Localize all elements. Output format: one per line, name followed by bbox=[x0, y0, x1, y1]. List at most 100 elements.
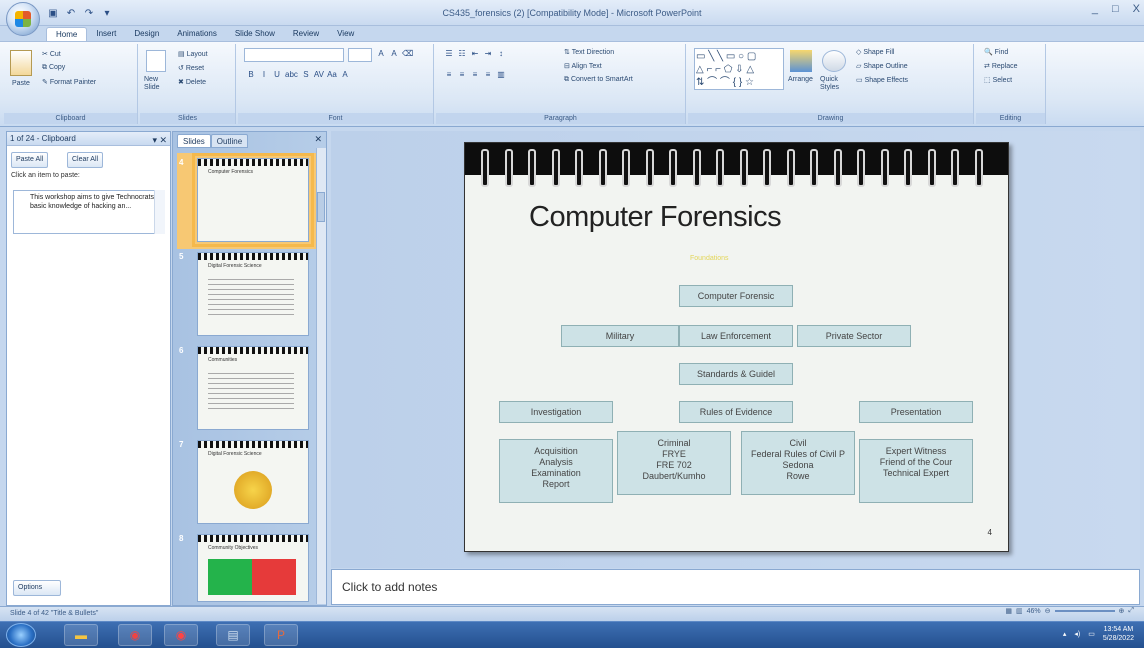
tab-design[interactable]: Design bbox=[125, 27, 168, 41]
numbering-icon[interactable]: ☷ bbox=[457, 49, 467, 61]
font-size-select[interactable] bbox=[348, 48, 372, 62]
slide-thumbnail[interactable]: Digital Forensic Science bbox=[197, 252, 309, 336]
tab-slides[interactable]: Slides bbox=[177, 134, 211, 148]
diagram-box-military[interactable]: Military bbox=[561, 325, 679, 347]
shape-outline-button[interactable]: ▱ Shape Outline bbox=[856, 62, 908, 70]
columns-icon[interactable]: ▥ bbox=[496, 70, 506, 82]
underline-icon[interactable]: U bbox=[272, 70, 282, 82]
zoom-in-icon[interactable]: ⊕ bbox=[1119, 607, 1125, 615]
normal-view-icon[interactable]: ▦ bbox=[1005, 607, 1012, 615]
align-text-button[interactable]: ⊟ Align Text bbox=[564, 62, 602, 70]
slide-thumbnail[interactable]: Community Objectives bbox=[197, 534, 309, 602]
shape-effects-button[interactable]: ▭ Shape Effects bbox=[856, 76, 908, 84]
layout-button[interactable]: ▤ Layout bbox=[178, 50, 208, 58]
align-left-icon[interactable]: ≡ bbox=[444, 70, 454, 82]
align-center-icon[interactable]: ≡ bbox=[457, 70, 467, 82]
justify-icon[interactable]: ≡ bbox=[483, 70, 493, 82]
diagram-box-investigation[interactable]: Investigation bbox=[499, 401, 613, 423]
quick-styles-icon[interactable] bbox=[822, 50, 846, 72]
diagram-box-rules[interactable]: Rules of Evidence bbox=[679, 401, 793, 423]
select-button[interactable]: ⬚ Select bbox=[984, 76, 1012, 84]
arrange-button[interactable]: Arrange bbox=[788, 76, 813, 83]
increase-indent-icon[interactable]: ⇥ bbox=[483, 49, 493, 61]
char-spacing-icon[interactable]: AV bbox=[314, 70, 324, 82]
close-icon[interactable]: ✕ bbox=[314, 134, 322, 145]
explorer-icon[interactable]: ▬ bbox=[64, 624, 98, 646]
notes-pane[interactable]: Click to add notes bbox=[331, 569, 1140, 605]
close-button[interactable]: X bbox=[1133, 3, 1140, 15]
diagram-box-top[interactable]: Computer Forensic bbox=[679, 285, 793, 307]
diagram-box-civil[interactable]: Civil Federal Rules of Civil P Sedona Rowe bbox=[741, 431, 855, 495]
arrange-icon[interactable] bbox=[790, 50, 812, 72]
font-family-select[interactable] bbox=[244, 48, 344, 62]
shape-fill-button[interactable]: ◇ Shape Fill bbox=[856, 48, 894, 56]
scrollbar-thumb[interactable] bbox=[317, 192, 325, 222]
tray-arrow-icon[interactable]: ▴ bbox=[1063, 630, 1067, 638]
new-slide-button[interactable]: New Slide bbox=[144, 76, 170, 92]
copy-button[interactable]: ⧉ Copy bbox=[42, 64, 65, 72]
slide-thumbnail[interactable]: Computer Forensics bbox=[192, 153, 314, 247]
office-button[interactable] bbox=[6, 2, 40, 36]
zoom-out-icon[interactable]: ⊖ bbox=[1045, 607, 1051, 615]
clear-all-button[interactable]: Clear All bbox=[67, 152, 104, 168]
chrome-icon[interactable]: ◉ bbox=[118, 624, 152, 646]
reset-button[interactable]: ↺ Reset bbox=[178, 64, 204, 72]
grow-font-icon[interactable]: A bbox=[376, 49, 386, 61]
paste-all-button[interactable]: Paste All bbox=[11, 152, 49, 168]
document-icon[interactable]: ▤ bbox=[216, 624, 250, 646]
clipboard-scrollbar[interactable] bbox=[154, 190, 165, 234]
diagram-box-standards[interactable]: Standards & Guidel bbox=[679, 363, 793, 385]
diagram-box-presentation[interactable]: Presentation bbox=[859, 401, 973, 423]
paste-button[interactable]: Paste bbox=[12, 80, 30, 87]
new-slide-icon[interactable] bbox=[146, 50, 166, 72]
tab-slide-show[interactable]: Slide Show bbox=[226, 27, 284, 41]
replace-button[interactable]: ⇄ Replace bbox=[984, 62, 1018, 70]
quick-styles-button[interactable]: Quick Styles bbox=[820, 76, 850, 92]
change-case-icon[interactable]: Aa bbox=[327, 70, 337, 82]
zoom-level[interactable]: 46% bbox=[1027, 608, 1041, 615]
diagram-box-law[interactable]: Law Enforcement bbox=[679, 325, 793, 347]
diagram-box-private[interactable]: Private Sector bbox=[797, 325, 911, 347]
options-button[interactable]: Options bbox=[13, 580, 61, 596]
zoom-slider[interactable] bbox=[1054, 610, 1115, 612]
font-color-icon[interactable]: A bbox=[340, 70, 350, 82]
sorter-view-icon[interactable]: ▥ bbox=[1016, 607, 1023, 615]
cut-button[interactable]: ✂ Cut bbox=[42, 50, 61, 58]
text-direction-button[interactable]: ⇅ Text Direction bbox=[564, 48, 614, 56]
tab-home[interactable]: Home bbox=[46, 27, 88, 41]
diagram-box-expert[interactable]: Expert Witness Friend of the Cour Technica… bbox=[859, 439, 973, 503]
bold-icon[interactable]: B bbox=[246, 70, 256, 82]
fit-slide-icon[interactable]: ⤢ bbox=[1128, 607, 1134, 615]
tab-view[interactable]: View bbox=[328, 27, 363, 41]
start-button[interactable] bbox=[6, 623, 36, 647]
convert-smartart-button[interactable]: ⧉ Convert to SmartArt bbox=[564, 76, 633, 84]
clock[interactable]: 13:54 AM 5/28/2022 bbox=[1103, 625, 1134, 643]
close-icon[interactable]: ▾ ✕ bbox=[152, 133, 167, 147]
shadow-icon[interactable]: S bbox=[301, 70, 311, 82]
network-icon[interactable]: ▭ bbox=[1088, 630, 1095, 638]
slide-title[interactable]: Computer Forensics bbox=[529, 201, 782, 234]
strikethrough-icon[interactable]: abc bbox=[285, 70, 298, 82]
chrome-alt-icon[interactable]: ◉ bbox=[164, 624, 198, 646]
line-spacing-icon[interactable]: ↕ bbox=[496, 49, 506, 61]
diagram-box-criminal[interactable]: Criminal FRYE FRE 702 Daubert/Kumho bbox=[617, 431, 731, 495]
delete-button[interactable]: ✖ Delete bbox=[178, 78, 206, 86]
find-button[interactable]: 🔍 Find bbox=[984, 48, 1008, 56]
tab-review[interactable]: Review bbox=[284, 27, 328, 41]
slide-canvas[interactable]: Computer Forensics Foundations Computer … bbox=[464, 142, 1009, 552]
minimize-button[interactable]: _ bbox=[1092, 3, 1098, 15]
maximize-button[interactable]: □ bbox=[1112, 3, 1119, 15]
italic-icon[interactable]: I bbox=[259, 70, 269, 82]
tab-animations[interactable]: Animations bbox=[168, 27, 226, 41]
slide-thumbnail[interactable]: Digital Forensic Science bbox=[197, 440, 309, 524]
bullets-icon[interactable]: ☰ bbox=[444, 49, 454, 61]
powerpoint-icon[interactable]: P bbox=[264, 624, 298, 646]
clipboard-item[interactable]: This workshop aims to give Technocrats a… bbox=[13, 190, 165, 234]
align-right-icon[interactable]: ≡ bbox=[470, 70, 480, 82]
tab-outline[interactable]: Outline bbox=[210, 134, 249, 148]
format-painter-button[interactable]: ✎ Format Painter bbox=[42, 78, 96, 86]
paste-icon[interactable] bbox=[10, 50, 32, 76]
tab-insert[interactable]: Insert bbox=[87, 27, 125, 41]
decrease-indent-icon[interactable]: ⇤ bbox=[470, 49, 480, 61]
diagram-box-acquisition[interactable]: Acquisition Analysis Examination Report bbox=[499, 439, 613, 503]
